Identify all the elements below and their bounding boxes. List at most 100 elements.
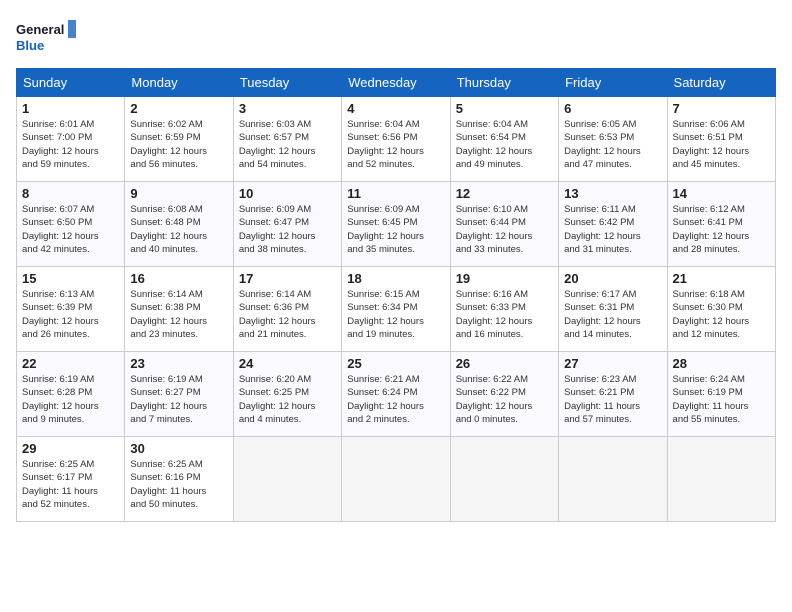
calendar-day-cell: 26 Sunrise: 6:22 AM Sunset: 6:22 PM Dayli… (450, 352, 558, 437)
day-info: Sunrise: 6:01 AM Sunset: 7:00 PM Dayligh… (22, 118, 119, 171)
day-info: Sunrise: 6:17 AM Sunset: 6:31 PM Dayligh… (564, 288, 661, 341)
day-info: Sunrise: 6:02 AM Sunset: 6:59 PM Dayligh… (130, 118, 227, 171)
day-number: 29 (22, 441, 119, 456)
calendar-day-cell: 8Sunrise: 6:07 AM Sunset: 6:50 PM Daylig… (17, 182, 125, 267)
calendar-day-cell: 18 Sunrise: 6:15 AM Sunset: 6:34 PM Dayli… (342, 267, 450, 352)
calendar-day-cell: 11 Sunrise: 6:09 AM Sunset: 6:45 PM Dayli… (342, 182, 450, 267)
calendar-day-cell: 29Sunrise: 6:25 AM Sunset: 6:17 PM Dayli… (17, 437, 125, 522)
day-info: Sunrise: 6:05 AM Sunset: 6:53 PM Dayligh… (564, 118, 661, 171)
day-info: Sunrise: 6:19 AM Sunset: 6:27 PM Dayligh… (130, 373, 227, 426)
calendar-day-cell (342, 437, 450, 522)
calendar-day-cell: 19 Sunrise: 6:16 AM Sunset: 6:33 PM Dayli… (450, 267, 558, 352)
day-number: 12 (456, 186, 553, 201)
day-number: 25 (347, 356, 444, 371)
day-number: 26 (456, 356, 553, 371)
svg-text:General: General (16, 22, 64, 37)
calendar-day-cell: 25 Sunrise: 6:21 AM Sunset: 6:24 PM Dayli… (342, 352, 450, 437)
day-number: 11 (347, 186, 444, 201)
calendar-day-cell: 6 Sunrise: 6:05 AM Sunset: 6:53 PM Daylig… (559, 97, 667, 182)
day-number: 17 (239, 271, 336, 286)
calendar-day-cell (667, 437, 775, 522)
calendar-day-cell (559, 437, 667, 522)
day-info: Sunrise: 6:11 AM Sunset: 6:42 PM Dayligh… (564, 203, 661, 256)
day-number: 10 (239, 186, 336, 201)
calendar-day-cell: 12 Sunrise: 6:10 AM Sunset: 6:44 PM Dayli… (450, 182, 558, 267)
day-info: Sunrise: 6:18 AM Sunset: 6:30 PM Dayligh… (673, 288, 770, 341)
calendar-day-cell: 28 Sunrise: 6:24 AM Sunset: 6:19 PM Dayli… (667, 352, 775, 437)
day-number: 16 (130, 271, 227, 286)
day-number: 19 (456, 271, 553, 286)
day-of-week-thursday: Thursday (450, 69, 558, 97)
logo: General Blue (16, 16, 76, 60)
day-info: Sunrise: 6:08 AM Sunset: 6:48 PM Dayligh… (130, 203, 227, 256)
calendar-day-cell: 5 Sunrise: 6:04 AM Sunset: 6:54 PM Daylig… (450, 97, 558, 182)
calendar-day-cell: 24 Sunrise: 6:20 AM Sunset: 6:25 PM Dayli… (233, 352, 341, 437)
day-info: Sunrise: 6:15 AM Sunset: 6:34 PM Dayligh… (347, 288, 444, 341)
day-info: Sunrise: 6:25 AM Sunset: 6:16 PM Dayligh… (130, 458, 227, 511)
day-info: Sunrise: 6:12 AM Sunset: 6:41 PM Dayligh… (673, 203, 770, 256)
day-number: 3 (239, 101, 336, 116)
calendar-day-cell: 30Sunrise: 6:25 AM Sunset: 6:16 PM Dayli… (125, 437, 233, 522)
calendar-day-cell: 14 Sunrise: 6:12 AM Sunset: 6:41 PM Dayli… (667, 182, 775, 267)
calendar-day-cell: 15 Sunrise: 6:13 AM Sunset: 6:39 PM Dayli… (17, 267, 125, 352)
day-info: Sunrise: 6:22 AM Sunset: 6:22 PM Dayligh… (456, 373, 553, 426)
calendar-day-cell: 1Sunrise: 6:01 AM Sunset: 7:00 PM Daylig… (17, 97, 125, 182)
day-number: 18 (347, 271, 444, 286)
day-of-week-monday: Monday (125, 69, 233, 97)
calendar-week-row: 29Sunrise: 6:25 AM Sunset: 6:17 PM Dayli… (17, 437, 776, 522)
day-info: Sunrise: 6:21 AM Sunset: 6:24 PM Dayligh… (347, 373, 444, 426)
day-info: Sunrise: 6:16 AM Sunset: 6:33 PM Dayligh… (456, 288, 553, 341)
day-number: 6 (564, 101, 661, 116)
day-of-week-wednesday: Wednesday (342, 69, 450, 97)
day-of-week-friday: Friday (559, 69, 667, 97)
calendar-week-row: 1Sunrise: 6:01 AM Sunset: 7:00 PM Daylig… (17, 97, 776, 182)
day-info: Sunrise: 6:09 AM Sunset: 6:47 PM Dayligh… (239, 203, 336, 256)
day-info: Sunrise: 6:19 AM Sunset: 6:28 PM Dayligh… (22, 373, 119, 426)
calendar-week-row: 15 Sunrise: 6:13 AM Sunset: 6:39 PM Dayli… (17, 267, 776, 352)
day-number: 27 (564, 356, 661, 371)
day-info: Sunrise: 6:09 AM Sunset: 6:45 PM Dayligh… (347, 203, 444, 256)
svg-text:Blue: Blue (16, 38, 44, 53)
day-info: Sunrise: 6:03 AM Sunset: 6:57 PM Dayligh… (239, 118, 336, 171)
day-number: 2 (130, 101, 227, 116)
calendar-week-row: 8Sunrise: 6:07 AM Sunset: 6:50 PM Daylig… (17, 182, 776, 267)
calendar-day-cell: 13 Sunrise: 6:11 AM Sunset: 6:42 PM Dayli… (559, 182, 667, 267)
calendar-week-row: 22 Sunrise: 6:19 AM Sunset: 6:28 PM Dayli… (17, 352, 776, 437)
day-number: 23 (130, 356, 227, 371)
day-number: 7 (673, 101, 770, 116)
calendar-day-cell: 21Sunrise: 6:18 AM Sunset: 6:30 PM Dayli… (667, 267, 775, 352)
day-number: 5 (456, 101, 553, 116)
day-number: 20 (564, 271, 661, 286)
calendar-day-cell: 22 Sunrise: 6:19 AM Sunset: 6:28 PM Dayli… (17, 352, 125, 437)
day-number: 4 (347, 101, 444, 116)
calendar-day-cell: 27Sunrise: 6:23 AM Sunset: 6:21 PM Dayli… (559, 352, 667, 437)
day-of-week-saturday: Saturday (667, 69, 775, 97)
day-info: Sunrise: 6:04 AM Sunset: 6:56 PM Dayligh… (347, 118, 444, 171)
day-number: 13 (564, 186, 661, 201)
day-number: 9 (130, 186, 227, 201)
calendar-day-cell: 4 Sunrise: 6:04 AM Sunset: 6:56 PM Daylig… (342, 97, 450, 182)
day-info: Sunrise: 6:10 AM Sunset: 6:44 PM Dayligh… (456, 203, 553, 256)
day-info: Sunrise: 6:04 AM Sunset: 6:54 PM Dayligh… (456, 118, 553, 171)
logo-svg: General Blue (16, 16, 76, 60)
day-info: Sunrise: 6:13 AM Sunset: 6:39 PM Dayligh… (22, 288, 119, 341)
calendar-day-cell: 7Sunrise: 6:06 AM Sunset: 6:51 PM Daylig… (667, 97, 775, 182)
day-number: 14 (673, 186, 770, 201)
calendar-day-cell (450, 437, 558, 522)
page-header: General Blue (16, 16, 776, 60)
day-of-week-sunday: Sunday (17, 69, 125, 97)
calendar-day-cell: 10 Sunrise: 6:09 AM Sunset: 6:47 PM Dayli… (233, 182, 341, 267)
day-info: Sunrise: 6:07 AM Sunset: 6:50 PM Dayligh… (22, 203, 119, 256)
day-info: Sunrise: 6:14 AM Sunset: 6:38 PM Dayligh… (130, 288, 227, 341)
day-number: 28 (673, 356, 770, 371)
day-info: Sunrise: 6:14 AM Sunset: 6:36 PM Dayligh… (239, 288, 336, 341)
calendar-day-cell: 20 Sunrise: 6:17 AM Sunset: 6:31 PM Dayli… (559, 267, 667, 352)
day-number: 24 (239, 356, 336, 371)
day-info: Sunrise: 6:24 AM Sunset: 6:19 PM Dayligh… (673, 373, 770, 426)
day-info: Sunrise: 6:20 AM Sunset: 6:25 PM Dayligh… (239, 373, 336, 426)
day-number: 15 (22, 271, 119, 286)
day-number: 22 (22, 356, 119, 371)
calendar-day-cell: 23 Sunrise: 6:19 AM Sunset: 6:27 PM Dayli… (125, 352, 233, 437)
calendar-day-cell: 9 Sunrise: 6:08 AM Sunset: 6:48 PM Daylig… (125, 182, 233, 267)
calendar-day-cell: 16 Sunrise: 6:14 AM Sunset: 6:38 PM Dayli… (125, 267, 233, 352)
